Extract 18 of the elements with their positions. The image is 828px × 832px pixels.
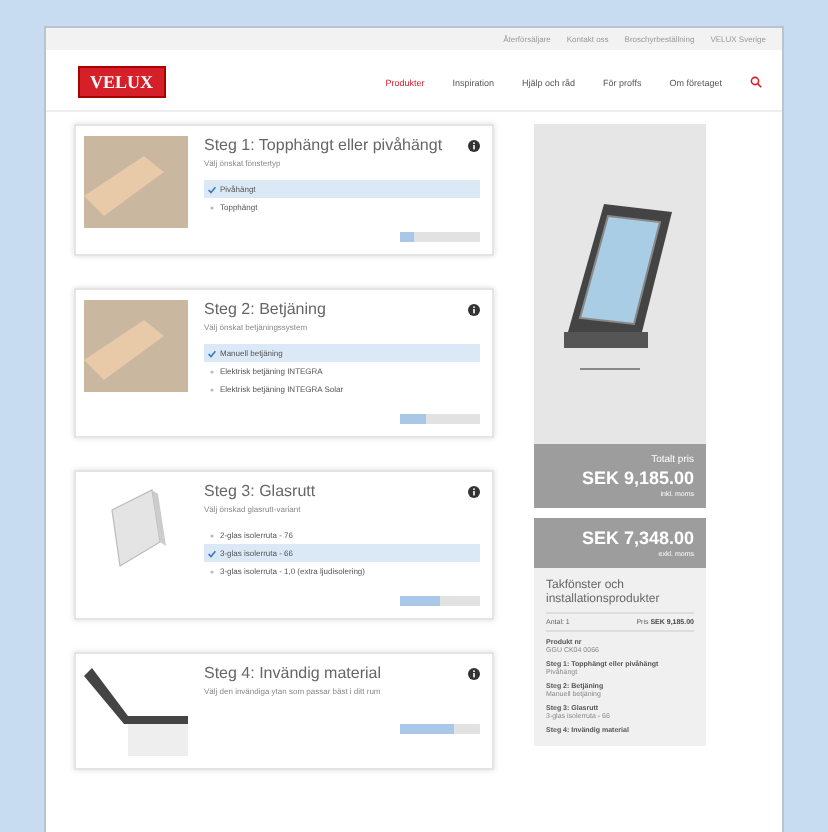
info-icon[interactable] — [468, 139, 480, 151]
info-icon[interactable] — [468, 485, 480, 497]
price: SEK 7,348.00 — [579, 528, 694, 548]
check-icon — [208, 549, 216, 557]
step-title: Steg 2: Betjäning — [204, 300, 326, 318]
step-title: Steg 4: Invändig material — [204, 664, 381, 682]
frame-corner-drawing — [84, 664, 188, 756]
step-title: Steg 3: Glasrutt — [204, 482, 316, 500]
info-icon[interactable] — [468, 303, 480, 315]
check-icon — [208, 185, 216, 193]
step-title: Steg 1: Topphängt eller pivåhängt — [204, 136, 443, 154]
check-icon — [208, 349, 216, 357]
total-price: SEK 9,185.00 — [579, 468, 694, 488]
photo-placeholder — [84, 136, 188, 228]
search-icon[interactable] — [750, 76, 762, 88]
photo-placeholder — [84, 300, 188, 392]
info-icon[interactable] — [468, 667, 480, 679]
logo[interactable]: VELUX — [78, 66, 166, 98]
